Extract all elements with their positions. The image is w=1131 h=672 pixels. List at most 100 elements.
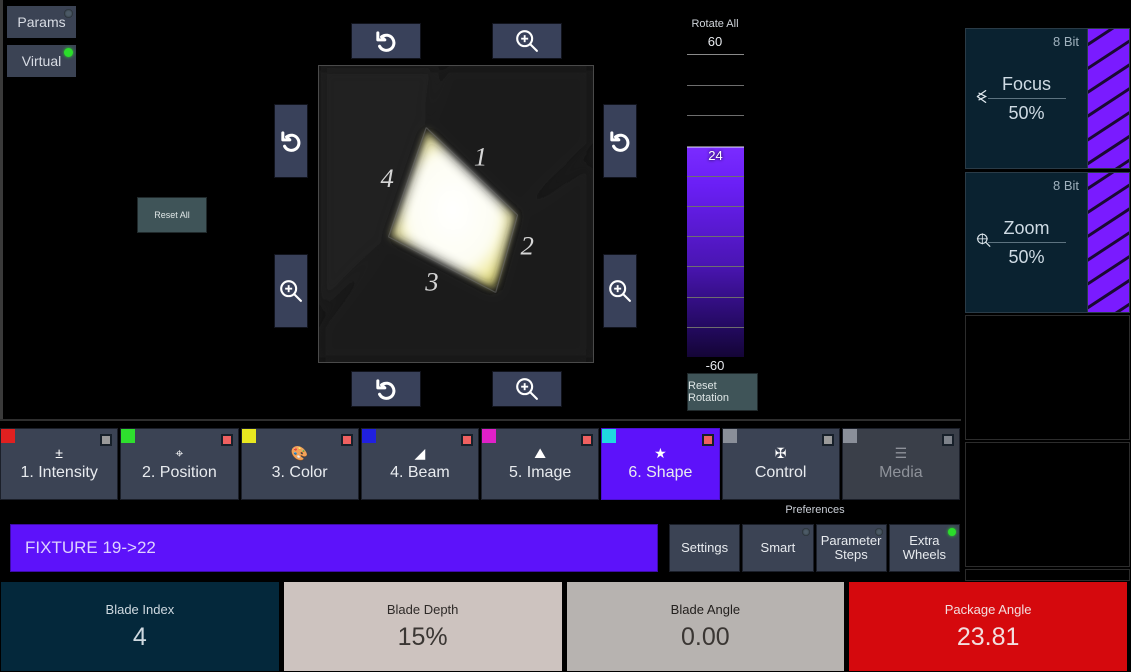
zoom-level-bar[interactable]	[1077, 158, 1131, 340]
pref-label: Smart	[760, 540, 796, 556]
encoder-value: 0.00	[681, 622, 730, 651]
focus-name: Focus	[1001, 73, 1052, 94]
params-label: Params	[17, 14, 66, 30]
tab-corner-marker	[1, 429, 15, 443]
palette-icon: 🎨	[290, 445, 309, 461]
zoom-channel[interactable]: 8 Bit Zoom 50%	[965, 158, 1131, 340]
panel-divider	[0, 419, 963, 421]
rotate-ccw-icon	[610, 131, 630, 152]
rotate-ccw-icon	[376, 379, 396, 400]
tab-corner-marker	[722, 429, 737, 443]
rotate-all-track[interactable]: 24	[687, 54, 744, 357]
virtual-led	[64, 48, 73, 57]
focus-level-bar[interactable]	[1077, 14, 1131, 196]
rotate-right-button[interactable]	[603, 104, 637, 178]
tab-4-beam[interactable]: ◢ 4. Beam	[360, 428, 479, 500]
tab-label: Media	[879, 464, 923, 481]
slider-tick	[687, 146, 744, 147]
encoder-title: Blade Index	[105, 601, 175, 617]
zoom-right-button[interactable]	[603, 254, 637, 328]
rotate-bottom-button[interactable]	[351, 371, 421, 407]
tab-media[interactable]: ☰ Media	[841, 428, 960, 500]
pref-settings-button[interactable]: Settings	[669, 524, 741, 572]
function-tab-bar: ±1. Intensity ⌖ 2. Position 🎨 3. Color ◢ 4. Be…	[0, 428, 962, 500]
pref-parameter-steps-button[interactable]: Parameter Steps	[815, 524, 887, 572]
pref-label: Settings	[681, 540, 729, 556]
zoom-left-button[interactable]	[274, 254, 308, 328]
console-screen: Params Virtual Reset All 1 2 3 4 Rotate …	[0, 0, 1131, 672]
rotate-all-min-label: -60	[705, 358, 725, 373]
pref-extra-wheels-button[interactable]: Extra Wheels	[888, 524, 960, 572]
tab-status-indicator	[942, 434, 954, 446]
encoder-package-angle[interactable]: Package Angle 23.81	[848, 581, 1128, 672]
zoom-in-icon	[609, 280, 631, 302]
beam-cone-icon: ◢	[414, 445, 426, 461]
focus-icon	[974, 86, 994, 111]
tab-6-shape[interactable]: ★ 6. Shape	[601, 428, 720, 500]
rotate-left-button[interactable]	[274, 104, 308, 178]
zoom-name: Zoom	[1003, 217, 1050, 238]
tab-corner-marker	[361, 429, 376, 443]
preferences-title: Preferences	[785, 504, 845, 516]
slider-tick	[687, 266, 744, 267]
pref-led	[801, 528, 810, 536]
tab-1-intensity[interactable]: ±1. Intensity	[0, 428, 119, 500]
blade-label-1: 1	[474, 141, 487, 171]
tab-label: Control	[754, 464, 807, 481]
pref-led	[874, 528, 883, 536]
slider-tick	[687, 115, 744, 116]
encoder-blade-depth[interactable]: Blade Depth 15%	[282, 581, 563, 672]
virtual-button[interactable]: Virtual	[6, 44, 77, 78]
zoom-bottom-button[interactable]	[492, 371, 562, 407]
pref-led	[948, 528, 956, 536]
virtual-label: Virtual	[21, 53, 62, 69]
tab-corner-marker	[482, 429, 496, 443]
empty-channel-slot-1[interactable]	[965, 315, 1130, 440]
rotate-all-max-label: 60	[707, 34, 723, 49]
crosshair-icon: ⌖	[175, 445, 184, 461]
tab-control[interactable]: ✠ Control	[721, 428, 840, 500]
satellite-icon: ✠	[774, 445, 787, 461]
tab-2-position[interactable]: ⌖ 2. Position	[120, 428, 239, 500]
pref-smart-button[interactable]: Smart	[742, 524, 814, 572]
zoom-bit-label: 8 Bit	[1052, 178, 1079, 193]
blade-preview[interactable]: 1 2 3 4	[318, 65, 594, 363]
film-icon: ☰	[894, 445, 908, 461]
tab-label: 5. Image	[508, 464, 572, 481]
encoder-value: 4	[132, 622, 147, 651]
reset-all-button[interactable]: Reset All	[137, 197, 207, 233]
empty-channel-slot-2[interactable]	[965, 442, 1130, 567]
empty-channel-slot-3[interactable]	[965, 569, 1130, 581]
reset-all-label: Reset All	[154, 210, 190, 220]
slider-tick	[687, 176, 744, 177]
preferences-row: Settings Smart Parameter Steps Extra Wheels	[669, 524, 962, 572]
params-button[interactable]: Params	[6, 5, 77, 39]
rotate-top-button[interactable]	[351, 23, 421, 59]
blade-label-3: 3	[424, 266, 438, 296]
encoder-blade-angle[interactable]: Blade Angle 0.00	[565, 581, 846, 672]
tab-5-image[interactable]: ⛰ 5. Image	[481, 428, 600, 500]
encoder-blade-index[interactable]: Blade Index 4	[0, 581, 280, 672]
tab-corner-marker	[842, 429, 857, 443]
zoom-in-icon	[516, 378, 538, 400]
rotate-all-slider[interactable]: Rotate All 60 24 -60 Reset Rotation	[665, 18, 765, 418]
focus-channel[interactable]: 8 Bit Focus 50%	[965, 14, 1131, 196]
zoom-in-icon	[516, 30, 538, 52]
tab-status-indicator	[100, 434, 113, 446]
pref-label-line2: Wheels	[902, 547, 947, 562]
tab-3-color[interactable]: 🎨 3. Color	[240, 428, 359, 500]
left-rail	[0, 0, 3, 420]
rotate-all-value: 24	[708, 148, 723, 163]
slider-tick	[687, 297, 744, 298]
reset-rotation-button[interactable]: Reset Rotation	[687, 373, 758, 411]
fixture-selection-bar[interactable]: FIXTURE 19->22	[10, 524, 658, 572]
zoom-magnifier-icon	[974, 230, 994, 255]
zoom-top-button[interactable]	[492, 23, 562, 59]
tab-status-indicator	[461, 434, 473, 446]
pref-label: Parameter Steps	[821, 534, 882, 561]
tab-label: 6. Shape	[628, 464, 693, 481]
blade-label-2: 2	[521, 231, 534, 261]
tab-label: 2. Position	[142, 464, 217, 481]
tab-status-indicator	[220, 434, 233, 446]
focus-bit-label: 8 Bit	[1052, 34, 1079, 49]
